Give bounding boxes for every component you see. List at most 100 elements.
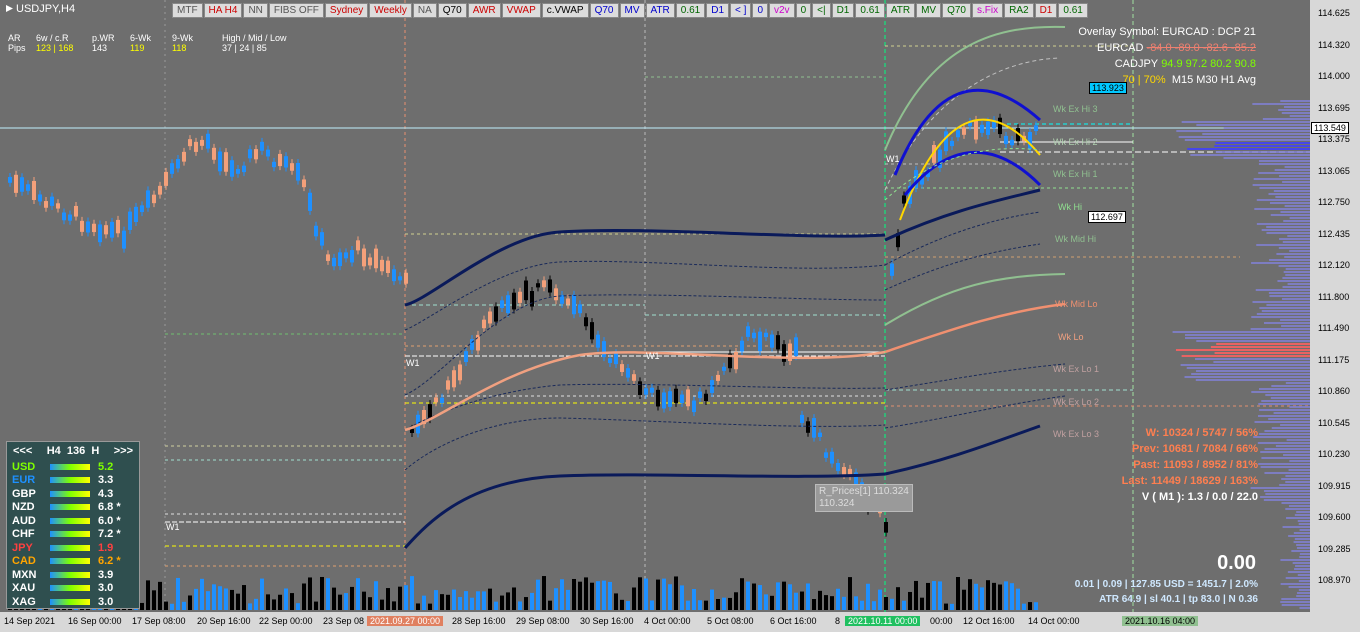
toolbar-button-0-19[interactable]: 0 [795,3,812,18]
profile-bar [1213,361,1310,363]
profile-bar [1269,259,1310,261]
candle [332,257,336,267]
profile-bar [1264,472,1310,474]
currency-name: CHF [12,528,35,541]
prev-button[interactable]: <<< [13,445,32,457]
toolbar-button-d1-28[interactable]: D1 [1034,3,1058,18]
toolbar-button-q70-7[interactable]: Q70 [437,3,467,18]
profile-bar [1264,430,1310,432]
level-label-wk-ex-lo-2: Wk Ex Lo 2 [1053,397,1100,407]
toolbar-button-mv-12[interactable]: MV [619,3,645,18]
toolbar-button---20[interactable]: <| [812,3,831,18]
currency-row-aud: AUD 6.0 * [7,514,139,528]
candle [590,322,594,340]
candle [710,380,714,393]
profile-bar [1257,442,1310,444]
toolbar-button-c-vwap-10[interactable]: c.VWAP [541,3,589,18]
volume-bar [374,581,378,610]
toolbar-button-awr-8[interactable]: AWR [467,3,501,18]
candle [548,279,552,293]
volume-bar [158,581,162,610]
next-button[interactable]: >>> [114,445,133,457]
volume-bar [386,588,390,610]
toolbar-button-d1-21[interactable]: D1 [831,3,855,18]
volume-bar [482,591,486,610]
candle [104,225,108,235]
volume-bar [962,589,966,610]
toolbar-button-na-6[interactable]: NA [412,3,437,18]
price-tick: 114.625 [1318,8,1350,18]
profile-bar [1282,181,1310,183]
toolbar-button-0-61-14[interactable]: 0.61 [675,3,706,18]
candle [62,212,66,221]
toolbar-button-mv-24[interactable]: MV [916,3,942,18]
toolbar-button-v2v-18[interactable]: v2v [769,3,795,18]
time-axis[interactable]: 14 Sep 2021 16 Sep 00:00 17 Sep 08:00 20 Se… [0,612,1360,632]
toolbar-button-ra2-27[interactable]: RA2 [1004,3,1034,18]
panel-tf: H4 136 H [46,445,100,457]
stat-last: Last: 11449 / 18629 / 163% [1121,475,1258,487]
profile-bar [1256,244,1310,246]
volume-bar [866,583,870,610]
volume-bar [572,578,576,610]
toolbar-button-weekly-5[interactable]: Weekly [369,3,412,18]
toolbar-button-atr-13[interactable]: ATR [645,3,675,18]
profile-bar [1280,583,1310,585]
currency-value: 3.0 [98,595,114,608]
toolbar-button-d1-15[interactable]: D1 [706,3,730,18]
price-axis[interactable]: 114.625 114.320 114.000 113.695 113.375 113.0… [1310,0,1360,612]
toolbar-button-fibs-off-3[interactable]: FIBS OFF [268,3,324,18]
candle [386,260,390,273]
candle [518,291,522,303]
profile-bar [1265,394,1310,396]
profile-bar [1181,121,1310,123]
toolbar-button-atr-23[interactable]: ATR [885,3,916,18]
toolbar-button-0-17[interactable]: 0 [752,3,768,18]
profile-bar [1285,577,1310,579]
strength-bar [50,490,90,497]
toolbar-button-nn-2[interactable]: NN [243,3,268,18]
toolbar-button-0-61-29[interactable]: 0.61 [1058,3,1088,18]
profile-bar [1195,379,1310,381]
price-tick: 112.120 [1318,260,1350,270]
candle [110,221,114,238]
toolbar-button-ha-h4-1[interactable]: HA H4 [203,3,243,18]
candle [74,205,78,217]
profile-bar [1262,118,1310,120]
volume-bar [566,589,570,610]
candle [620,364,624,372]
profile-bar [1293,532,1310,534]
price-marker: 113.923 [1089,82,1127,94]
candle [272,161,276,168]
currency-panel-header: <<< H4 136 H >>> [7,442,139,460]
profile-bar [1294,514,1310,516]
w1-label: W1 [886,154,900,164]
candle [356,240,360,251]
profile-bar [1252,103,1310,105]
profile-bar [1289,115,1310,117]
toolbar-button-0-61-22[interactable]: 0.61 [855,3,885,18]
volume-bar [212,584,216,610]
toolbar-button-vwap-9[interactable]: VWAP [501,3,541,18]
bottom-line1: 0.01 | 0.09 | 127.85 USD = 1451.7 | 2.0% [1074,579,1258,590]
toolbar-button-sydney-4[interactable]: Sydney [324,3,369,18]
toolbar-button-q70-11[interactable]: Q70 [589,3,619,18]
candle [776,335,780,350]
candle [218,151,222,172]
candle [122,230,126,249]
profile-bar [1254,421,1310,423]
volume-bar [164,601,168,610]
profile-bar [1250,487,1310,489]
volume-bar [1022,603,1026,610]
toolbar-button-q70-25[interactable]: Q70 [942,3,971,18]
toolbar-button-mtf-0[interactable]: MTF [172,3,203,18]
profile-bar [1280,601,1310,603]
candle [998,117,1002,135]
toolbar-button-s-fix-26[interactable]: s.Fix [972,3,1004,18]
strength-bar [50,504,90,511]
toolbar-button---16[interactable]: < ] [730,3,752,18]
profile-bar [1280,211,1310,213]
profile-bar [1259,388,1310,390]
candle [128,211,132,230]
volume-bar [764,594,768,610]
